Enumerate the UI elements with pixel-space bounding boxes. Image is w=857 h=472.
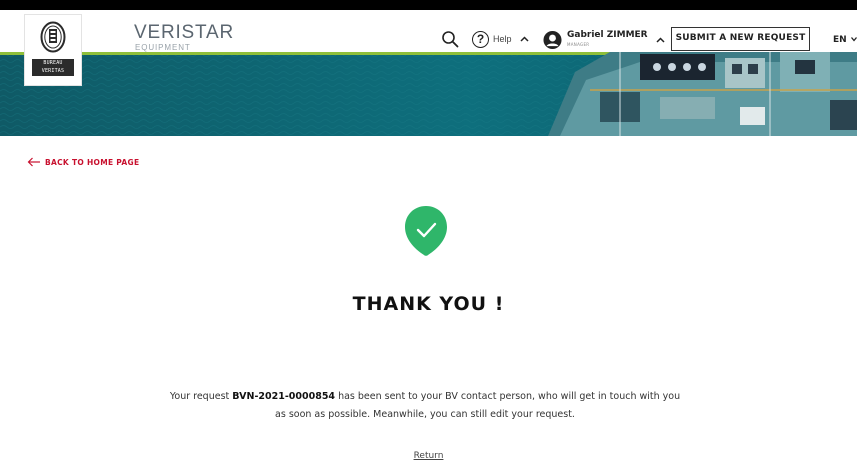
- bureau-veritas-logo[interactable]: BUREAU VERITAS: [24, 14, 82, 86]
- help-menu[interactable]: ? Help: [472, 29, 529, 49]
- checkmark-success-icon: [405, 206, 447, 256]
- confirmation-message: Your request BVN-2021-0000854 has been s…: [120, 388, 730, 424]
- seal-icon: [40, 21, 66, 53]
- language-selector[interactable]: EN: [833, 35, 847, 45]
- chevron-up-icon: [656, 37, 665, 43]
- message-suffix: has been sent to your BV contact person,…: [335, 391, 681, 402]
- chevron-up-icon: [519, 36, 529, 42]
- message-line-2: as soon as possible. Meanwhile, you can …: [275, 409, 575, 420]
- logo-wordmark: BUREAU VERITAS: [32, 59, 74, 76]
- return-link[interactable]: Return: [414, 451, 444, 461]
- back-to-home-label: BACK TO HOME PAGE: [45, 157, 140, 167]
- submit-new-request-button[interactable]: SUBMIT A NEW REQUEST: [671, 27, 810, 51]
- back-to-home-link[interactable]: BACK TO HOME PAGE: [27, 157, 139, 167]
- user-menu[interactable]: Gabriel ZIMMER MANAGER: [543, 28, 665, 52]
- site-header: VERISTAR EQUIPMENT ? Help Gabriel ZIMMER…: [0, 10, 857, 52]
- top-black-bar: [0, 0, 857, 10]
- logo-line: BUREAU: [43, 60, 63, 66]
- logo-line: VERITAS: [41, 68, 65, 74]
- brand-subtitle: EQUIPMENT: [135, 43, 191, 52]
- arrow-left-icon: [27, 157, 40, 167]
- request-id: BVN-2021-0000854: [232, 391, 336, 402]
- user-role: MANAGER: [567, 42, 590, 47]
- search-icon[interactable]: [441, 30, 459, 48]
- page-title: THANK YOU !: [352, 293, 505, 315]
- avatar-icon: [543, 30, 562, 50]
- chevron-down-icon[interactable]: [851, 36, 857, 42]
- hero-banner-image: [0, 52, 857, 136]
- brand-name[interactable]: VERISTAR: [134, 23, 234, 42]
- user-name: Gabriel ZIMMER: [567, 30, 648, 40]
- ocean-vessel-image: [0, 52, 857, 136]
- help-icon: ?: [472, 30, 489, 48]
- help-label: Help: [493, 34, 512, 44]
- message-prefix: Your request: [169, 391, 233, 402]
